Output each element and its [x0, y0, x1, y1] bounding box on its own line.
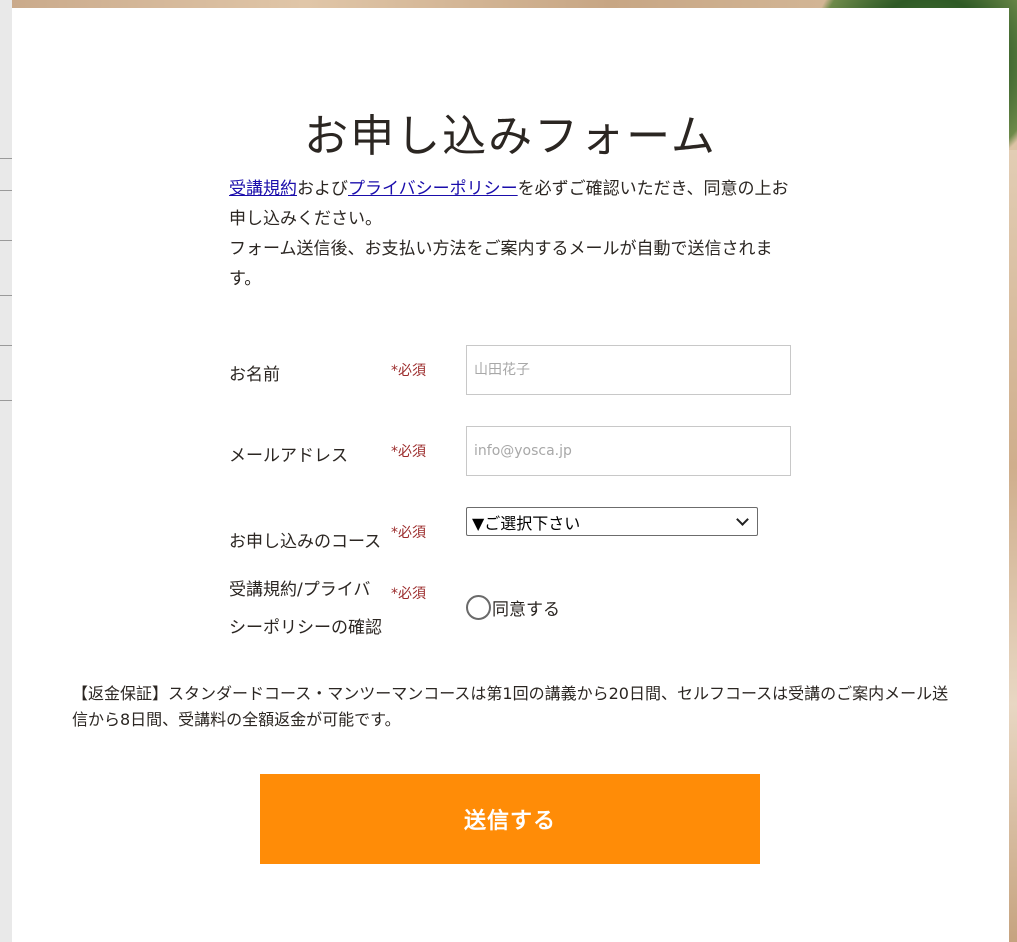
course-required-badge: *必須: [391, 525, 426, 541]
form-intro: 受講規約およびプライバシーポリシーを必ずご確認いただき、同意の上お申し込みくださ…: [229, 174, 799, 294]
email-label: メールアドレス: [229, 446, 348, 466]
submit-button[interactable]: 送信する: [260, 774, 760, 864]
agree-required-badge: *必須: [391, 586, 426, 602]
name-input[interactable]: [466, 345, 791, 395]
privacy-policy-link[interactable]: プライバシーポリシー: [348, 179, 518, 199]
agree-label-line1: 受講規約/プライバ: [229, 580, 371, 600]
terms-link[interactable]: 受講規約: [229, 179, 297, 199]
course-select[interactable]: ▼ご選択下さい: [466, 507, 758, 536]
agree-label-line2: シーポリシーの確認: [229, 618, 382, 638]
agree-option-label: 同意する: [492, 600, 560, 620]
agree-option[interactable]: 同意する: [466, 595, 560, 620]
refund-notice: 【返金保証】スタンダードコース・マンツーマンコースは第1回の講義から20日間、セ…: [72, 684, 949, 729]
course-label: お申し込みのコース: [229, 532, 382, 552]
agree-radio[interactable]: [466, 595, 491, 620]
name-required-badge: *必須: [391, 363, 426, 379]
course-select-value: ▼ご選択下さい: [472, 513, 581, 533]
background-left-edge: [0, 0, 12, 942]
form-panel: お申し込みフォーム 受講規約およびプライバシーポリシーを必ずご確認いただき、同意…: [12, 8, 1009, 942]
intro-line2: フォーム送信後、お支払い方法をご案内するメールが自動で送信されます。: [229, 239, 773, 289]
email-required-badge: *必須: [391, 444, 426, 460]
chevron-down-icon: [736, 512, 749, 526]
email-input[interactable]: [466, 426, 791, 476]
intro-and-text: および: [297, 179, 348, 199]
name-label: お名前: [229, 365, 280, 385]
form-title: お申し込みフォーム: [304, 111, 717, 162]
